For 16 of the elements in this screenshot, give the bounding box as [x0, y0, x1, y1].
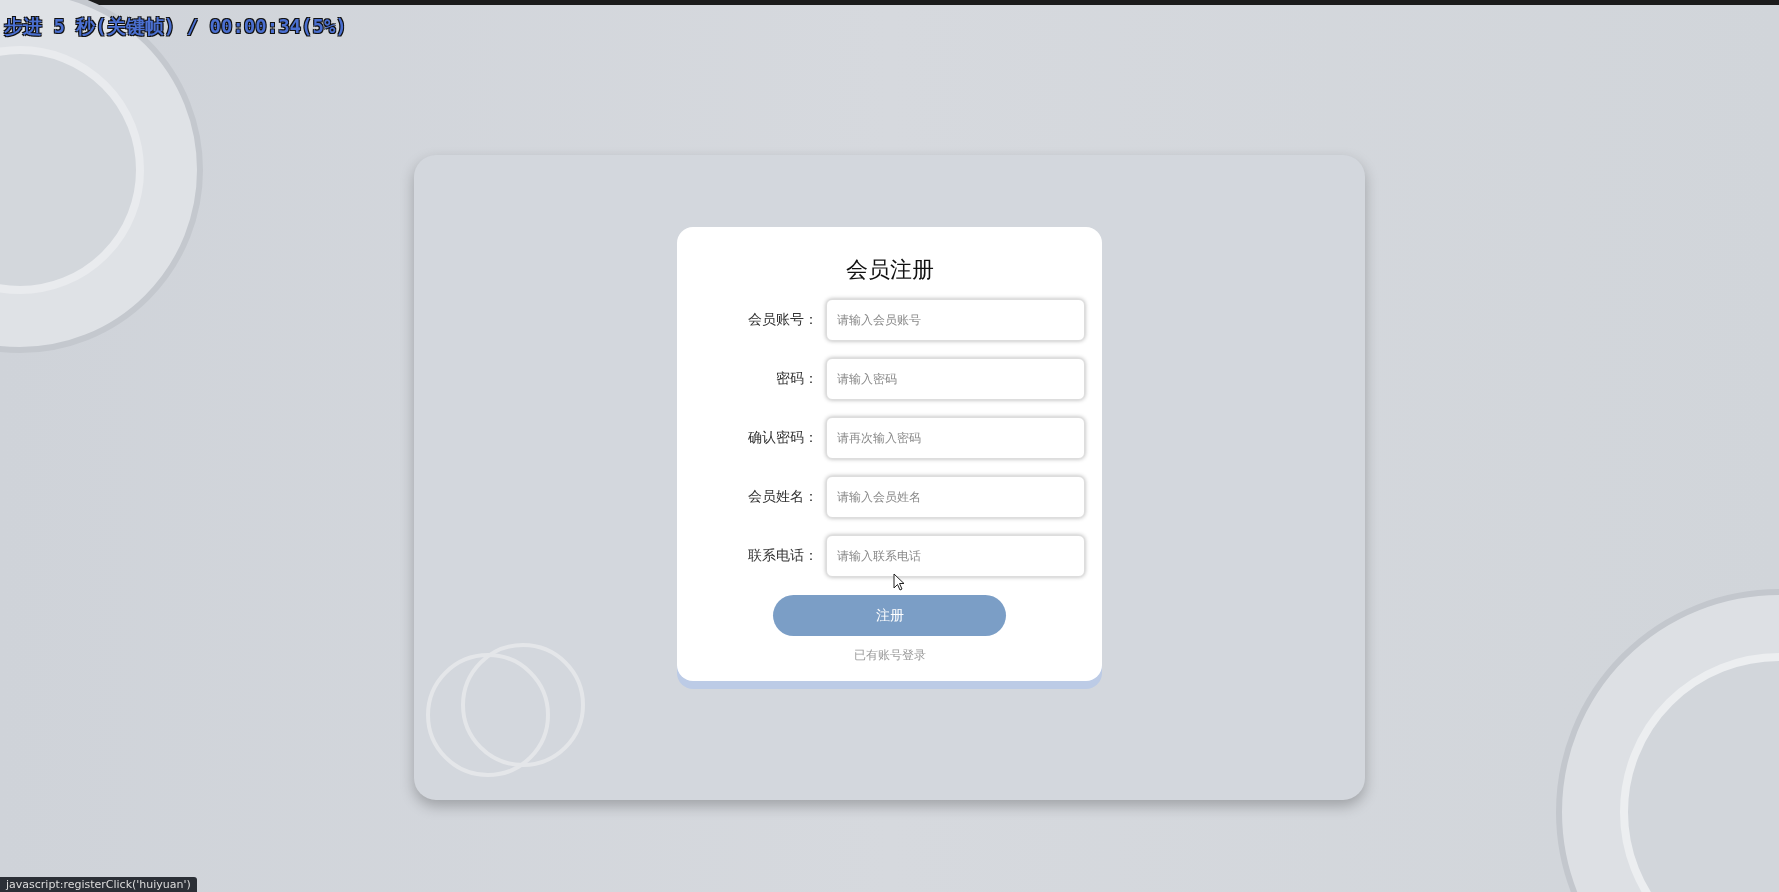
input-field[interactable]: 请输入会员账号 [826, 299, 1085, 341]
register-button[interactable]: 注册 [773, 595, 1006, 636]
field-label: 确认密码： [747, 429, 819, 447]
field-label: 密码： [775, 370, 819, 388]
input-field[interactable]: 请再次输入密码 [826, 417, 1085, 459]
playback-overlay-text: 步进 5 秒(关键帧) / 00:00:34(5%) [4, 14, 347, 39]
form-title: 会员注册 [845, 256, 934, 284]
field-label: 会员姓名： [747, 488, 819, 506]
input-field[interactable]: 请输入联系电话 [826, 535, 1085, 577]
field-label: 联系电话： [747, 547, 819, 565]
status-url: javascript:registerClick('huiyuan') [0, 877, 197, 892]
input-field[interactable]: 请输入会员姓名 [826, 476, 1085, 518]
mouse-pointer-icon [893, 573, 905, 591]
field-label: 会员账号： [747, 311, 819, 329]
input-field[interactable]: 请输入密码 [826, 358, 1085, 400]
login-link[interactable]: 已有账号登录 [853, 647, 926, 664]
